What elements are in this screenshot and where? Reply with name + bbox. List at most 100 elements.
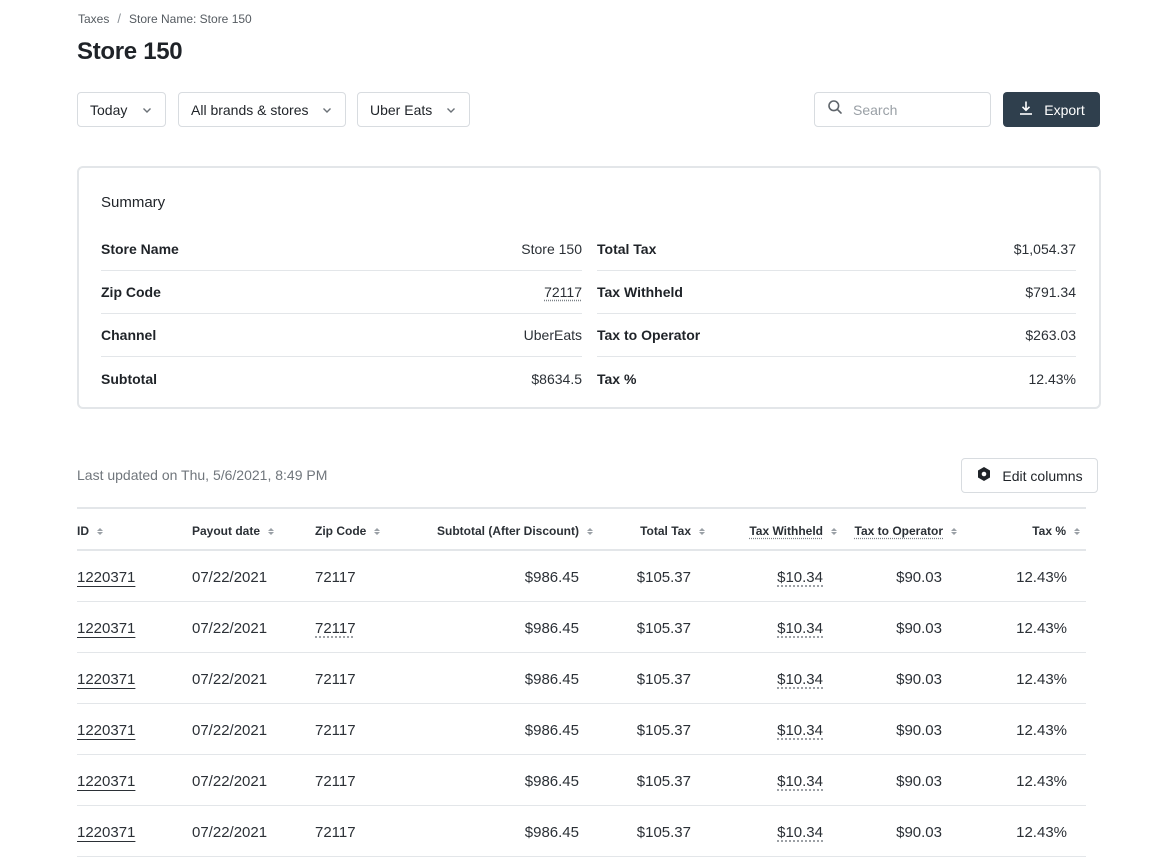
summary-row-tax-percent: Tax % 12.43% <box>597 357 1076 400</box>
table-cell-tax-percent: 12.43% <box>1016 569 1067 586</box>
breadcrumb-current: Store Name: Store 150 <box>128 11 252 26</box>
table-row[interactable]: 1220371 07/22/2021 72117 $986.45 $105.37 $10.… <box>77 551 1086 602</box>
table-cell-tax-to-operator: $90.03 <box>896 773 942 790</box>
zip-code-tooltip-value[interactable]: 72117 <box>544 284 582 300</box>
summary-label: Tax Withheld <box>597 284 683 300</box>
summary-value: 12.43% <box>1028 370 1076 387</box>
column-header-label: ID <box>77 524 89 538</box>
table-row[interactable]: 1220371 07/22/2021 72117 $986.45 $105.37 $10.… <box>77 704 1086 755</box>
summary-value: $263.03 <box>1025 327 1076 343</box>
export-button[interactable]: Export <box>1003 92 1100 127</box>
column-header-payout-date[interactable]: Payout date <box>192 524 292 538</box>
summary-value: $1,054.37 <box>1013 241 1076 257</box>
table-cell-total-tax: $105.37 <box>636 824 691 841</box>
table-cell-tax-to-operator: $90.03 <box>896 722 942 739</box>
table-cell-tax-percent: 12.43% <box>1016 773 1067 790</box>
table-cell-tax-percent: 12.43% <box>1016 824 1067 841</box>
table-cell-payout-date: 07/22/2021 <box>192 569 268 586</box>
table-cell-tax-withheld[interactable]: $10.34 <box>717 569 823 586</box>
summary-row-tax-withheld: Tax Withheld $791.34 <box>597 271 1076 314</box>
column-header-id[interactable]: ID <box>77 524 177 538</box>
summary-value: $8634.5 <box>531 370 582 387</box>
summary-label: Zip Code <box>101 284 161 300</box>
breadcrumb-root-link[interactable]: Taxes <box>78 12 109 26</box>
search-box[interactable] <box>814 92 991 127</box>
table-cell-subtotal: $986.45 <box>524 620 579 637</box>
table-cell-id[interactable]: 1220371 <box>77 671 177 688</box>
edit-columns-button[interactable]: Edit columns <box>961 458 1098 493</box>
table-cell-tax-withheld[interactable]: $10.34 <box>717 671 823 688</box>
table-row[interactable]: 1220371 07/22/2021 72117 $986.45 $105.37 $10.… <box>77 653 1086 704</box>
table-row[interactable]: 1220371 07/22/2021 72117 $986.45 $105.37 $10.… <box>77 806 1086 857</box>
table-cell-id[interactable]: 1220371 <box>77 722 177 739</box>
table-cell-payout-date: 07/22/2021 <box>192 620 268 637</box>
summary-value: UberEats <box>523 327 582 343</box>
edit-columns-label: Edit columns <box>1002 467 1083 484</box>
column-header-tax-to-operator[interactable]: Tax to Operator <box>847 524 957 538</box>
summary-label: Subtotal <box>101 370 157 387</box>
channel-filter-dropdown[interactable]: Uber Eats <box>357 92 470 127</box>
column-header-zip-code[interactable]: Zip Code <box>315 524 415 538</box>
table-cell-id[interactable]: 1220371 <box>77 773 177 790</box>
table-cell-zip-code: 72117 <box>315 773 356 790</box>
brands-filter-label: All brands & stores <box>191 101 309 118</box>
table-cell-id[interactable]: 1220371 <box>77 569 177 586</box>
column-header-label: Tax to Operator <box>854 524 943 538</box>
column-header-label: Tax Withheld <box>749 524 823 538</box>
sort-icon <box>97 527 103 535</box>
table-cell-id[interactable]: 1220371 <box>77 824 177 841</box>
summary-row-tax-to-operator: Tax to Operator $263.03 <box>597 314 1076 357</box>
column-header-label: Subtotal (After Discount) <box>437 524 579 538</box>
column-header-tax-percent[interactable]: Tax % <box>967 524 1080 538</box>
column-header-total-tax[interactable]: Total Tax <box>597 524 705 538</box>
table-cell-payout-date: 07/22/2021 <box>192 773 268 790</box>
chevron-down-icon <box>321 104 333 116</box>
channel-filter-label: Uber Eats <box>370 101 433 118</box>
table-cell-payout-date: 07/22/2021 <box>192 722 268 739</box>
search-input[interactable] <box>853 101 973 118</box>
table-cell-tax-withheld[interactable]: $10.34 <box>717 722 823 739</box>
table-row[interactable]: 1220371 07/22/2021 72117 $986.45 $105.37 $10.… <box>77 602 1086 653</box>
summary-value: Store 150 <box>521 241 582 257</box>
table-cell-tax-to-operator: $90.03 <box>896 824 942 841</box>
table-cell-id[interactable]: 1220371 <box>77 620 177 637</box>
summary-left-column: Store Name Store 150 Zip Code 72117 Chan… <box>101 228 582 400</box>
chevron-down-icon <box>141 104 153 116</box>
table-cell-zip-code: 72117 <box>315 569 356 586</box>
date-filter-label: Today <box>90 101 128 118</box>
table-cell-zip-code: 72117 <box>315 620 356 637</box>
table-cell-tax-to-operator: $90.03 <box>896 569 942 586</box>
sort-icon <box>587 527 593 535</box>
column-header-subtotal[interactable]: Subtotal (After Discount) <box>417 524 593 538</box>
settings-icon <box>976 466 992 485</box>
date-filter-dropdown[interactable]: Today <box>77 92 166 127</box>
sort-icon <box>951 527 957 535</box>
summary-label: Channel <box>101 327 157 343</box>
summary-card: Summary Store Name Store 150 Zip Code 72… <box>77 166 1101 409</box>
table-cell-tax-percent: 12.43% <box>1016 722 1067 739</box>
table-cell-tax-withheld[interactable]: $10.34 <box>717 773 823 790</box>
summary-title: Summary <box>101 194 166 211</box>
table-cell-subtotal: $986.45 <box>524 569 579 586</box>
table-cell-tax-percent: 12.43% <box>1016 620 1067 637</box>
column-header-label: Zip Code <box>315 524 367 538</box>
brands-filter-dropdown[interactable]: All brands & stores <box>178 92 346 127</box>
table-cell-tax-withheld[interactable]: $10.34 <box>717 620 823 637</box>
summary-label: Store Name <box>101 241 179 257</box>
download-icon <box>1018 100 1034 119</box>
summary-row-subtotal: Subtotal $8634.5 <box>101 357 582 400</box>
table-cell-zip-code: 72117 <box>315 824 356 841</box>
summary-row-zip-code: Zip Code 72117 <box>101 271 582 314</box>
sort-icon <box>699 527 705 535</box>
column-header-tax-withheld[interactable]: Tax Withheld <box>717 524 837 538</box>
sort-icon <box>268 527 275 535</box>
breadcrumb-separator: / <box>117 11 121 26</box>
table-cell-tax-withheld[interactable]: $10.34 <box>717 824 823 841</box>
table-row[interactable]: 1220371 07/22/2021 72117 $986.45 $105.37 $10.… <box>77 755 1086 806</box>
table-cell-total-tax: $105.37 <box>636 620 691 637</box>
table-cell-zip-code: 72117 <box>315 671 356 688</box>
export-label: Export <box>1044 101 1085 118</box>
table-cell-tax-percent: 12.43% <box>1016 671 1067 688</box>
summary-right-column: Total Tax $1,054.37 Tax Withheld $791.34… <box>597 228 1076 400</box>
summary-label: Total Tax <box>597 241 657 257</box>
